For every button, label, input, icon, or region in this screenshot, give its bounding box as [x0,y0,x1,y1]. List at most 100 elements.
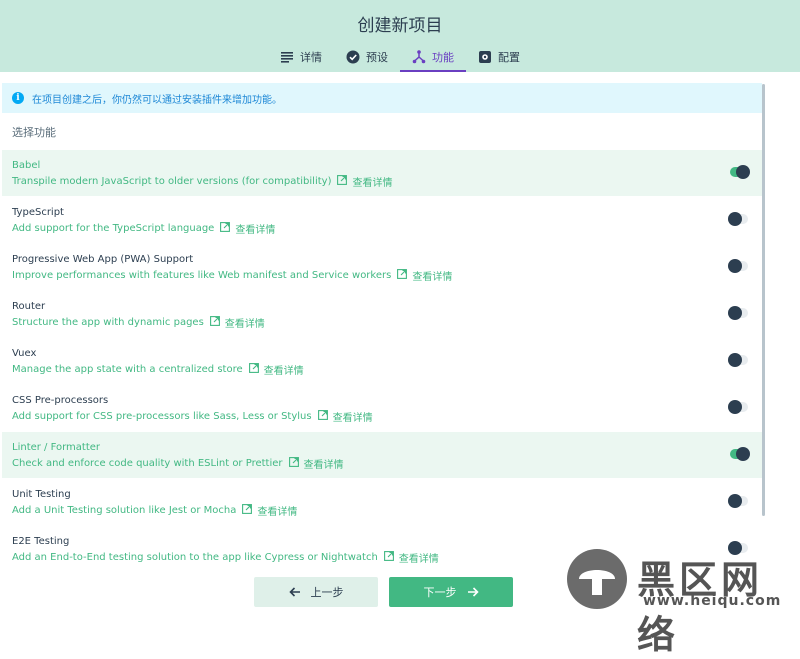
feature-desc-text: Check and enforce code quality with ESLi… [12,458,283,469]
more-info-link[interactable]: 查看详情 [248,362,304,377]
info-banner: i 在项目创建之后，你仍然可以通过安装插件来增加功能。 [2,83,762,113]
feature-toggle[interactable] [728,259,748,273]
feature-name: CSS Pre-processors [12,395,109,406]
tab-label: 详情 [300,51,322,64]
header: 创建新项目 详情 预设 功能 配置 [0,0,800,72]
feature-description: Manage the app state with a centralized … [12,362,304,377]
feature-row[interactable]: Progressive Web App (PWA) Support Improve… [2,244,762,290]
feature-description: Check and enforce code quality with ESLi… [12,456,344,471]
feature-desc-text: Add a Unit Testing solution like Jest or… [12,505,237,516]
watermark-logo-icon [567,549,627,609]
toggle-knob [728,212,742,226]
external-link-icon [248,363,259,376]
feature-name: Router [12,301,46,312]
tab-bar: 详情 预设 功能 配置 [0,44,800,72]
more-info-link[interactable]: 查看详情 [317,409,373,424]
feature-row[interactable]: Router Structure the app with dynamic pag… [2,291,762,337]
more-info-link[interactable]: 查看详情 [397,268,452,283]
tab-label: 配置 [498,51,520,64]
feature-name: Progressive Web App (PWA) Support [12,254,194,265]
toggle-knob [728,494,742,508]
feature-row[interactable]: CSS Pre-processors Add support for CSS pr… [2,385,762,431]
external-link-icon [209,316,220,329]
toggle-knob [736,165,750,179]
feature-desc-text: Add an End-to-End testing solution to th… [12,552,378,563]
page-title: 创建新项目 [357,16,443,36]
check-circle-icon [346,50,360,64]
external-link-icon [397,269,408,282]
tab-config[interactable]: 配置 [466,44,532,70]
tab-label: 预设 [366,51,388,64]
toggle-knob [728,306,742,320]
more-info-label: 查看详情 [303,460,344,471]
feature-description: Transpile modern JavaScript to older ver… [12,174,392,189]
toggle-knob [728,353,742,367]
external-link-icon [220,222,231,235]
toggle-knob [728,400,742,414]
feature-description: Add a Unit Testing solution like Jest or… [12,503,297,518]
feature-desc-text: Improve performances with features like … [12,270,392,281]
arrow-left-icon [288,587,300,597]
scrollbar[interactable] [762,84,765,516]
more-info-link[interactable]: 查看详情 [242,503,297,518]
feature-row[interactable]: Vuex Manage the app state with a centrali… [2,338,762,384]
feature-row[interactable]: Babel Transpile modern JavaScript to olde… [2,150,762,196]
more-info-label: 查看详情 [224,319,265,330]
feature-name: Babel [12,160,41,171]
feature-row[interactable]: Linter / Formatter Check and enforce code… [2,432,762,478]
more-info-link[interactable]: 查看详情 [383,550,439,565]
list-icon [281,52,293,63]
more-info-link[interactable]: 查看详情 [209,315,265,330]
tab-details[interactable]: 详情 [268,44,334,70]
feature-name: Vuex [12,348,37,359]
toggle-knob [736,447,750,461]
info-text: 在项目创建之后，你仍然可以通过安装插件来增加功能。 [32,94,282,106]
more-info-link[interactable]: 查看详情 [220,221,275,236]
feature-name: TypeScript [12,207,64,218]
external-link-icon [383,551,394,564]
feature-desc-text: Manage the app state with a centralized … [12,364,243,375]
toggle-knob [728,259,742,273]
tab-presets[interactable]: 预设 [334,44,400,70]
feature-toggle[interactable] [730,447,750,461]
previous-button[interactable]: 上一步 [254,577,378,607]
tab-features[interactable]: 功能 [400,44,466,72]
feature-description: Improve performances with features like … [12,268,452,283]
feature-description: Structure the app with dynamic pages 查看详情 [12,315,265,330]
external-link-icon [242,504,253,517]
watermark: 黑区网络 www.heiqu.com [563,545,800,657]
feature-desc-text: Structure the app with dynamic pages [12,317,204,328]
feature-row[interactable]: TypeScript Add support for the TypeScript… [2,197,762,243]
feature-toggle[interactable] [728,212,748,226]
feature-row[interactable]: Unit Testing Add a Unit Testing solution … [2,479,762,525]
info-icon: i [12,92,24,104]
tab-label: 功能 [432,51,454,64]
feature-description: Add an End-to-End testing solution to th… [12,550,439,565]
watermark-url: www.heiqu.com [643,593,782,609]
feature-toggle[interactable] [728,494,748,508]
previous-label: 上一步 [310,586,344,599]
feature-toggle[interactable] [730,165,750,179]
feature-desc-text: Add support for CSS pre-processors like … [12,411,312,422]
more-info-label: 查看详情 [263,366,304,377]
more-info-label: 查看详情 [352,178,393,189]
next-button[interactable]: 下一步 [389,577,513,607]
more-info-link[interactable]: 查看详情 [337,174,392,189]
feature-toggle[interactable] [728,306,748,320]
more-info-label: 查看详情 [235,225,276,236]
more-info-label: 查看详情 [257,507,298,518]
more-info-link[interactable]: 查看详情 [288,456,344,471]
branch-icon [412,50,426,64]
feature-description: Add support for the TypeScript language 查… [12,221,275,236]
external-link-icon [337,175,348,188]
feature-toggle[interactable] [728,353,748,367]
section-label: 选择功能 [12,126,56,139]
external-link-icon [317,410,328,423]
feature-name: Linter / Formatter [12,442,101,453]
feature-name: Unit Testing [12,489,71,500]
feature-desc-text: Transpile modern JavaScript to older ver… [12,176,332,187]
next-label: 下一步 [423,586,457,599]
feature-name: E2E Testing [12,536,70,547]
feature-desc-text: Add support for the TypeScript language [12,223,215,234]
feature-toggle[interactable] [728,400,748,414]
